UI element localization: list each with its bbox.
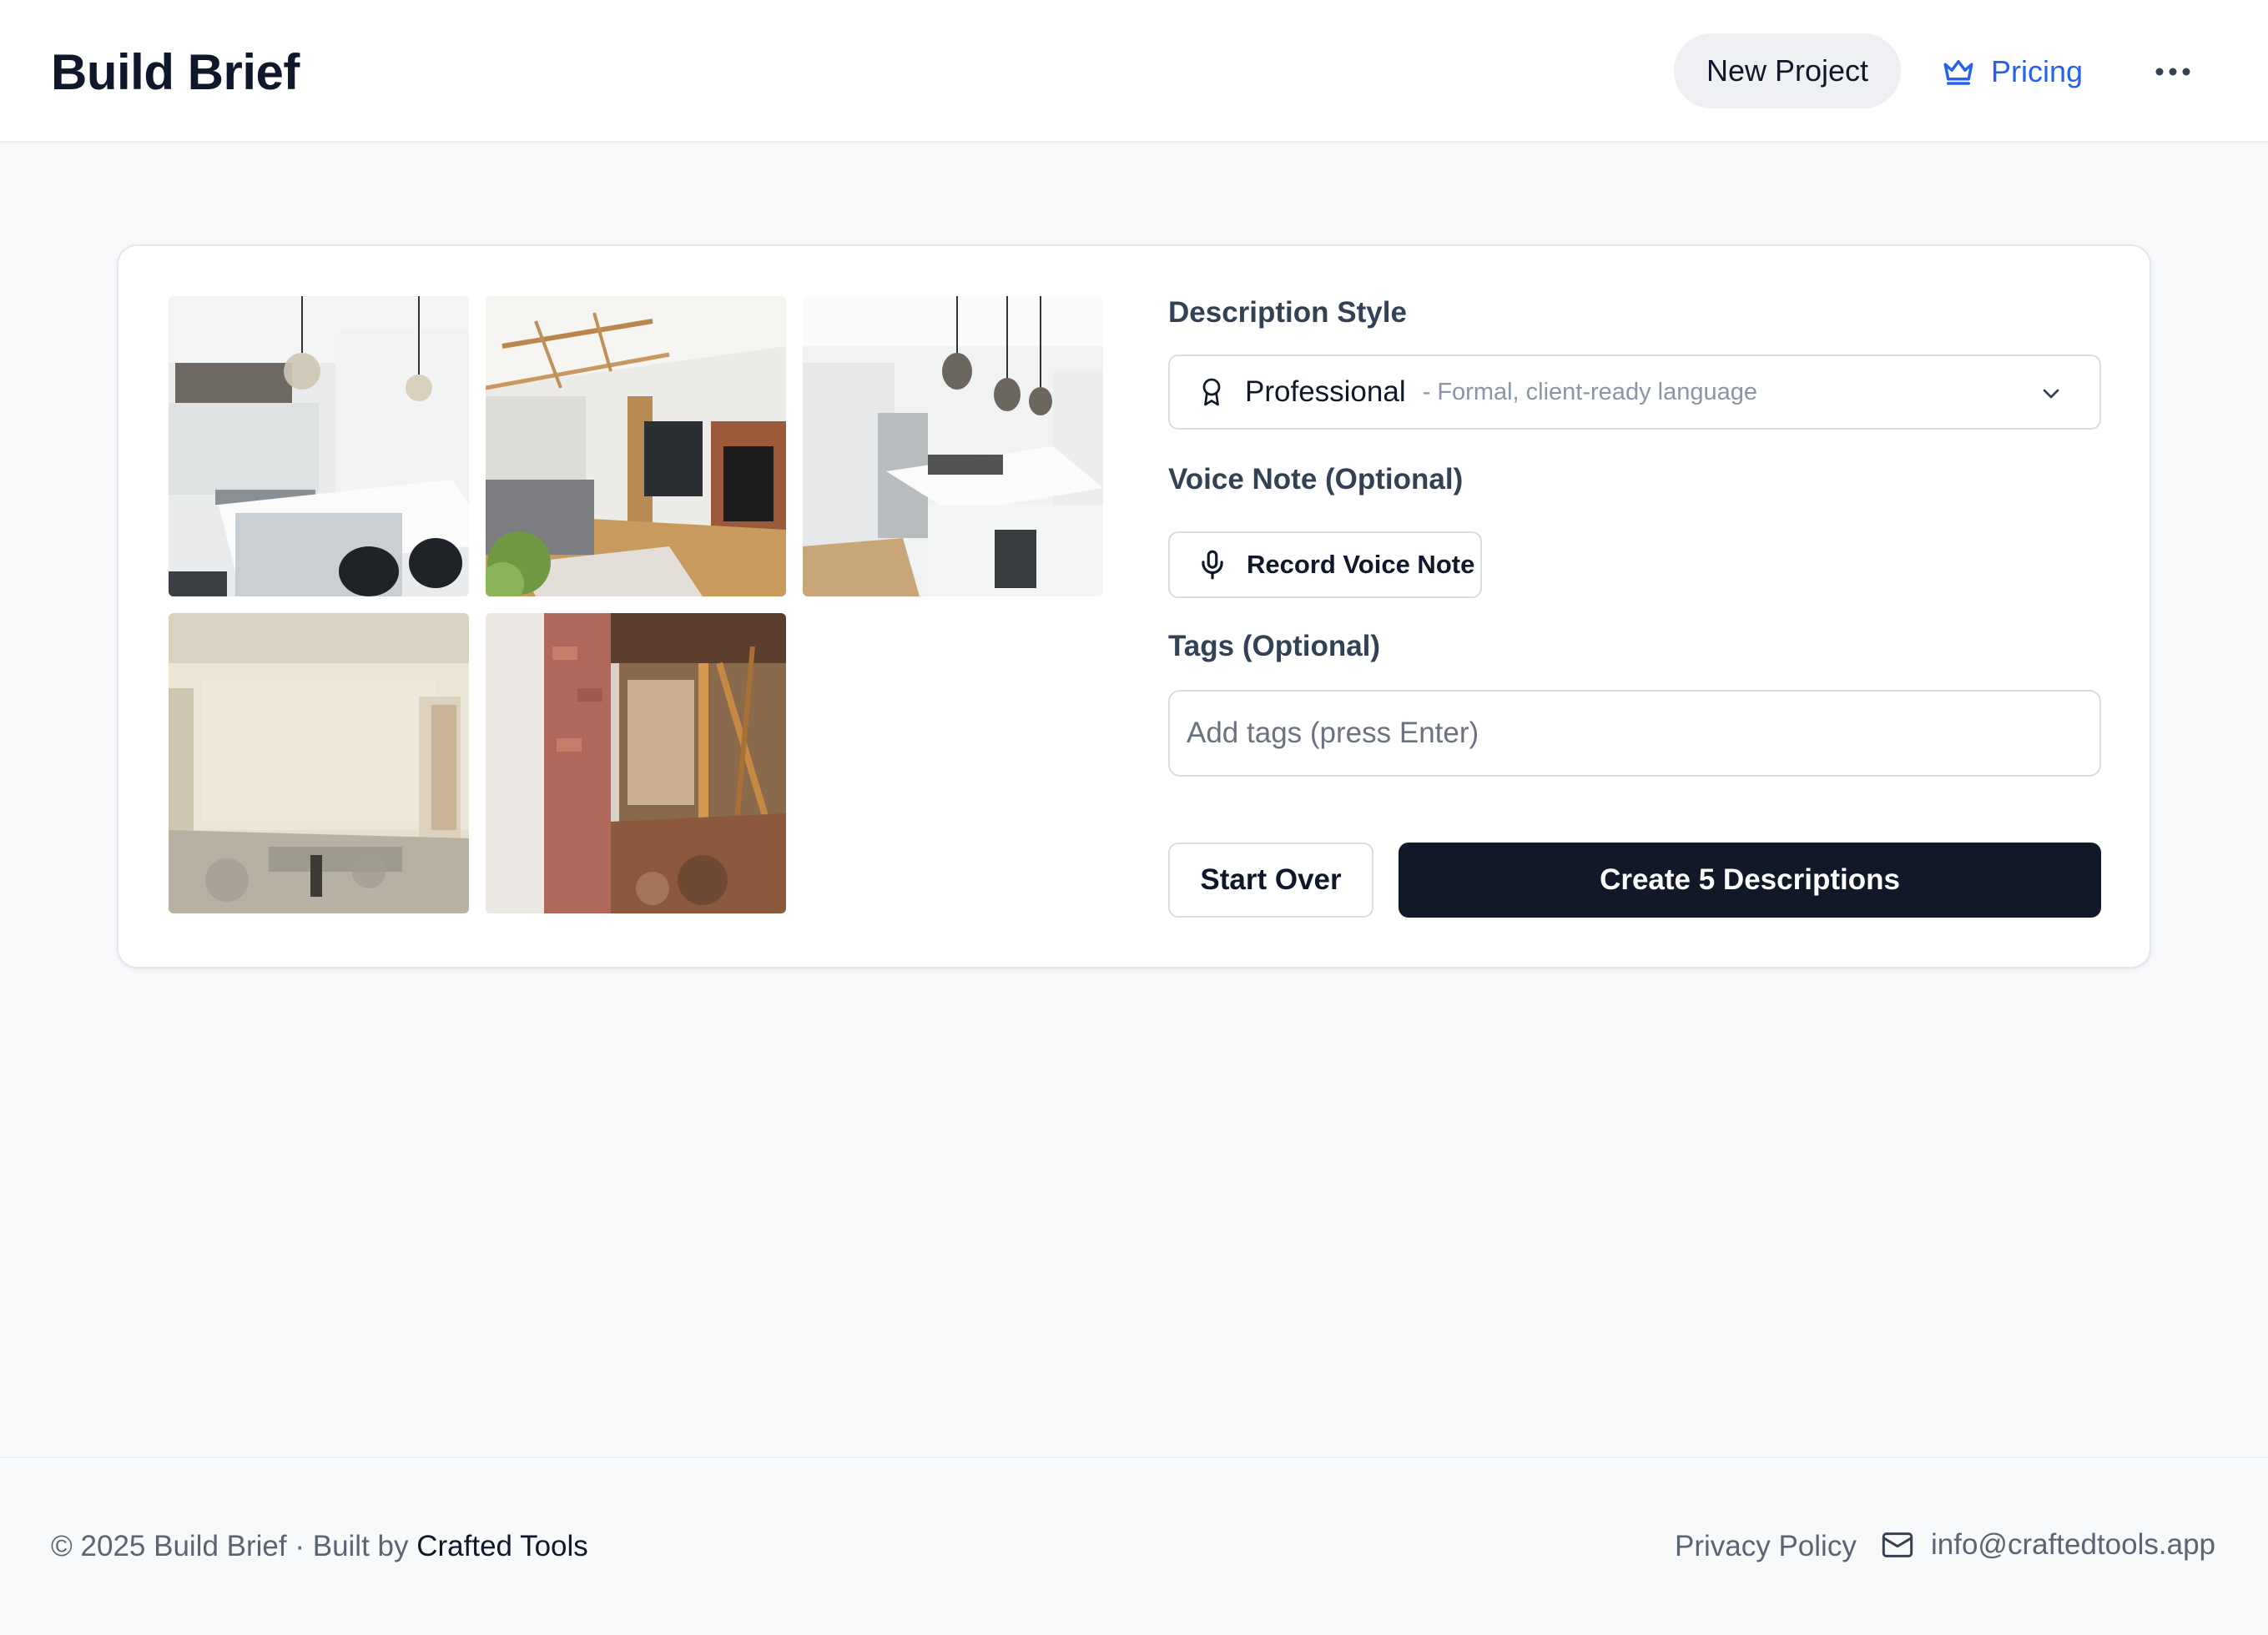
new-project-button[interactable]: New Project [1674,33,1901,108]
microphone-icon [1202,550,1223,580]
maker-link[interactable]: Crafted Tools [416,1530,588,1562]
award-icon [1202,378,1221,406]
email-link[interactable]: info@craftedtools.app [1881,1528,2215,1562]
email-address: info@craftedtools.app [1931,1528,2216,1561]
kitchen-photo-1[interactable] [169,296,469,596]
kitchen-photo-2[interactable] [803,296,1103,596]
description-style-hint: - Formal, client-ready language [1422,378,1757,405]
crown-icon [1943,60,1973,85]
more-menu-button[interactable] [2146,48,2200,95]
app-title[interactable]: Build Brief [51,43,300,101]
copyright-text: © 2025 Build Brief · Built by Crafted To… [51,1530,588,1563]
app-footer: © 2025 Build Brief · Built by Crafted To… [0,1456,2268,1635]
description-style-select[interactable]: Professional - Formal, client-ready lang… [1168,355,2101,430]
demolition-wall-photo[interactable] [486,613,786,913]
description-style-value: Professional [1245,375,1406,408]
tags-input[interactable] [1168,690,2101,777]
pricing-label: Pricing [1991,54,2084,88]
description-style-label: Description Style [1168,296,1407,329]
pricing-link[interactable]: Pricing [1941,50,2083,93]
mail-icon [1882,1532,1913,1557]
app-header: Build Brief New Project Pricing [0,0,2268,143]
start-over-button[interactable]: Start Over [1168,843,1373,918]
living-room-photo[interactable] [486,296,786,596]
record-voice-note-label: Record Voice Note [1247,550,1475,579]
create-descriptions-button[interactable]: Create 5 Descriptions [1399,843,2101,918]
project-card: Description Style Professional - Formal,… [117,244,2151,968]
chevron-down-icon [2043,389,2059,399]
voice-note-label: Voice Note (Optional) [1168,463,1464,496]
copyright-prefix: © 2025 Build Brief · Built by [51,1530,417,1562]
more-horizontal-icon [2155,68,2190,76]
record-voice-note-button[interactable]: Record Voice Note [1168,531,1482,598]
tags-label: Tags (Optional) [1168,630,1381,662]
privacy-policy-link[interactable]: Privacy Policy [1675,1530,1857,1563]
demolition-room-photo[interactable] [169,613,469,913]
